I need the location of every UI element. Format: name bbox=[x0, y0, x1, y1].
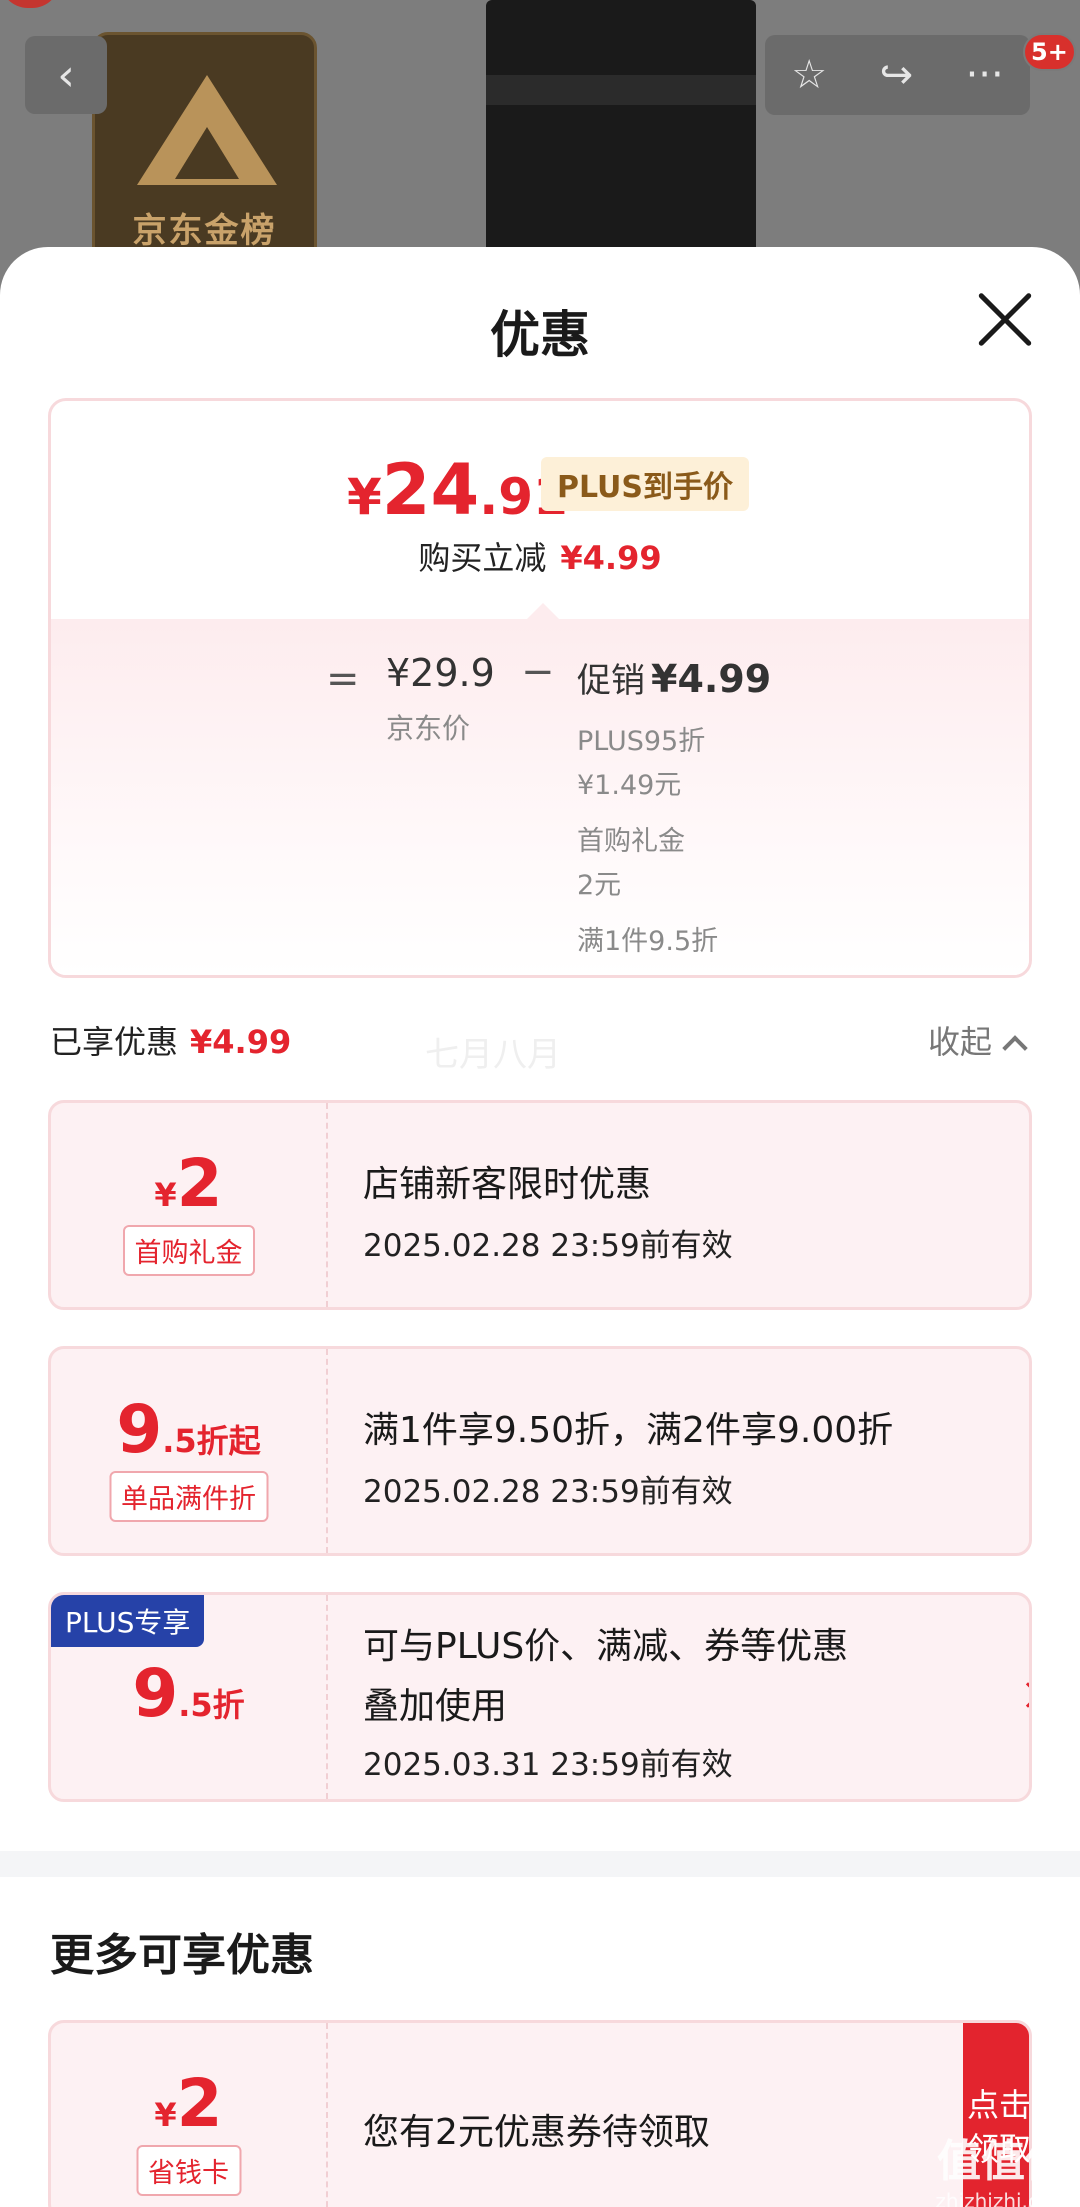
promo-label: 促销 bbox=[577, 661, 645, 701]
divider bbox=[326, 1595, 328, 1799]
price-card: ¥24.91 PLUS到手价 购买立减 ¥4.99 = ¥29.9 京东价 − 促… bbox=[48, 398, 1032, 978]
promo-detail: 首购礼金 bbox=[577, 826, 685, 857]
plus-exclusive-badge: PLUS专享 bbox=[51, 1595, 205, 1647]
watermark-logo: 值值值 bbox=[937, 2136, 1069, 2187]
coupon-date: 2025.02.28 23:59前有效 bbox=[363, 1228, 733, 1264]
coupon-title: 可与PLUS价、满减、券等优惠 bbox=[363, 1626, 849, 1667]
promo-detail: PLUS95折 bbox=[577, 726, 706, 757]
plus-coupon-card[interactable]: 9.5折 PLUS专享 可与PLUS价、满减、券等优惠 叠加使用 2025.03… bbox=[48, 1592, 1032, 1802]
coupon-date: 2025.02.28 23:59前有效 bbox=[363, 1474, 733, 1510]
section-divider bbox=[0, 1851, 1080, 1877]
buy-minus: 购买立减 ¥4.99 bbox=[51, 533, 1029, 579]
coupon-amount-value: 2 bbox=[176, 1145, 223, 1222]
coupon-amount: 9.5折起 bbox=[51, 1391, 326, 1468]
top-actions: ☆ ↪ ··· bbox=[765, 35, 1030, 115]
product-image-area: 京东金榜 ‹ ☆ ↪ ··· 5+ bbox=[0, 0, 1080, 260]
badge-text: 京东金榜 bbox=[132, 211, 277, 251]
applied-label: 已享优惠 bbox=[50, 1023, 179, 1061]
coupon-value-area: ¥2 首购礼金 bbox=[51, 1103, 326, 1307]
divider bbox=[326, 2023, 328, 2207]
share-icon[interactable]: ↪ bbox=[880, 52, 914, 98]
coupon-tag: 首购礼金 bbox=[122, 1225, 255, 1276]
discount-sheet: 优惠 ¥24.91 PLUS到手价 购买立减 ¥4.99 = ¥29.9 京东价 … bbox=[0, 247, 1080, 2207]
promo-summary: 促销 ¥4.99 bbox=[577, 653, 771, 702]
decoration bbox=[0, 0, 60, 8]
more-discounts-title: 更多可享优惠 bbox=[50, 1930, 314, 1981]
buy-minus-value: ¥4.99 bbox=[560, 539, 662, 577]
applied-value: ¥4.99 bbox=[190, 1023, 292, 1061]
coupon-amount-suffix: .5折 bbox=[178, 1686, 245, 1724]
price-currency: ¥ bbox=[347, 468, 382, 526]
coupon-title: 店铺新客限时优惠 bbox=[363, 1164, 652, 1205]
coupon-value-area: 9.5折起 单品满件折 bbox=[51, 1349, 326, 1553]
equals-sign: = bbox=[326, 656, 360, 702]
watermark: 值值值 zhizhizhi.com bbox=[928, 2125, 1078, 2207]
promo-detail: ¥1.49元 bbox=[577, 770, 682, 801]
plus-price-tag: PLUS到手价 bbox=[541, 457, 750, 511]
jd-price-label: 京东价 bbox=[386, 712, 471, 745]
watermark-url: zhizhizhi.com bbox=[935, 2189, 1071, 2207]
jd-ranking-badge: 京东金榜 bbox=[92, 32, 317, 260]
back-arrow-icon: ‹ bbox=[57, 49, 75, 101]
coupon-title: 您有2元优惠券待领取 bbox=[363, 2112, 710, 2153]
coupon-currency: ¥ bbox=[154, 2096, 177, 2134]
savings-card-coupon[interactable]: ¥2 省钱卡 您有2元优惠券待领取 点击领取 bbox=[48, 2020, 1032, 2207]
coupon-title: 满1件享9.50折，满2件享9.00折 bbox=[363, 1410, 894, 1451]
coupon-value-area: ¥2 省钱卡 bbox=[51, 2023, 326, 2207]
coupon-currency: ¥ bbox=[154, 1176, 177, 1214]
coupon-amount-value: 2 bbox=[176, 2065, 223, 2142]
buy-minus-label: 购买立减 bbox=[418, 539, 547, 577]
minus-sign: − bbox=[521, 649, 555, 695]
coupon-amount: ¥2 bbox=[51, 1145, 326, 1222]
coupon-title-line2: 叠加使用 bbox=[363, 1686, 508, 1727]
coupon-tag: 省钱卡 bbox=[136, 2145, 241, 2196]
divider bbox=[326, 1349, 328, 1553]
promo-value: ¥4.99 bbox=[651, 657, 772, 701]
applied-discount: 已享优惠 ¥4.99 bbox=[50, 1017, 291, 1063]
collapse-button[interactable]: 收起 bbox=[928, 1017, 1028, 1063]
badge-triangle-inner bbox=[175, 127, 239, 179]
overlay-text: 七月八月 bbox=[425, 1035, 561, 1075]
coupon-amount: ¥2 bbox=[51, 2065, 326, 2142]
divider bbox=[326, 1103, 328, 1307]
pointer bbox=[527, 603, 559, 619]
collapse-label: 收起 bbox=[928, 1023, 993, 1061]
coupon-amount: 9.5折 bbox=[51, 1655, 326, 1732]
coupon-amount-suffix: .5折起 bbox=[162, 1422, 261, 1460]
price-integer: 24 bbox=[381, 449, 480, 531]
promo-detail: 2元 bbox=[577, 870, 622, 901]
chevron-right-icon[interactable] bbox=[1015, 1682, 1029, 1708]
notification-badge: 5+ bbox=[1023, 33, 1076, 71]
jd-price: ¥29.9 bbox=[386, 651, 495, 695]
final-price: ¥24.91 bbox=[347, 449, 568, 531]
coupon-card[interactable]: 9.5折起 单品满件折 满1件享9.50折，满2件享9.00折 2025.02.… bbox=[48, 1346, 1032, 1556]
product-image bbox=[486, 0, 756, 260]
coupon-amount-value: 9 bbox=[132, 1655, 179, 1732]
star-icon[interactable]: ☆ bbox=[791, 52, 827, 98]
coupon-date: 2025.03.31 23:59前有效 bbox=[363, 1747, 733, 1783]
coupon-amount-value: 9 bbox=[116, 1391, 163, 1468]
close-icon[interactable] bbox=[975, 289, 1035, 349]
chevron-up-icon bbox=[1002, 1035, 1028, 1061]
promo-detail: 满1件9.5折 bbox=[577, 926, 719, 957]
more-icon[interactable]: ··· bbox=[966, 52, 1004, 98]
sheet-title: 优惠 bbox=[490, 306, 590, 364]
coupon-tag: 单品满件折 bbox=[109, 1471, 268, 1522]
coupon-card[interactable]: ¥2 首购礼金 店铺新客限时优惠 2025.02.28 23:59前有效 bbox=[48, 1100, 1032, 1310]
back-button[interactable]: ‹ bbox=[25, 36, 107, 114]
